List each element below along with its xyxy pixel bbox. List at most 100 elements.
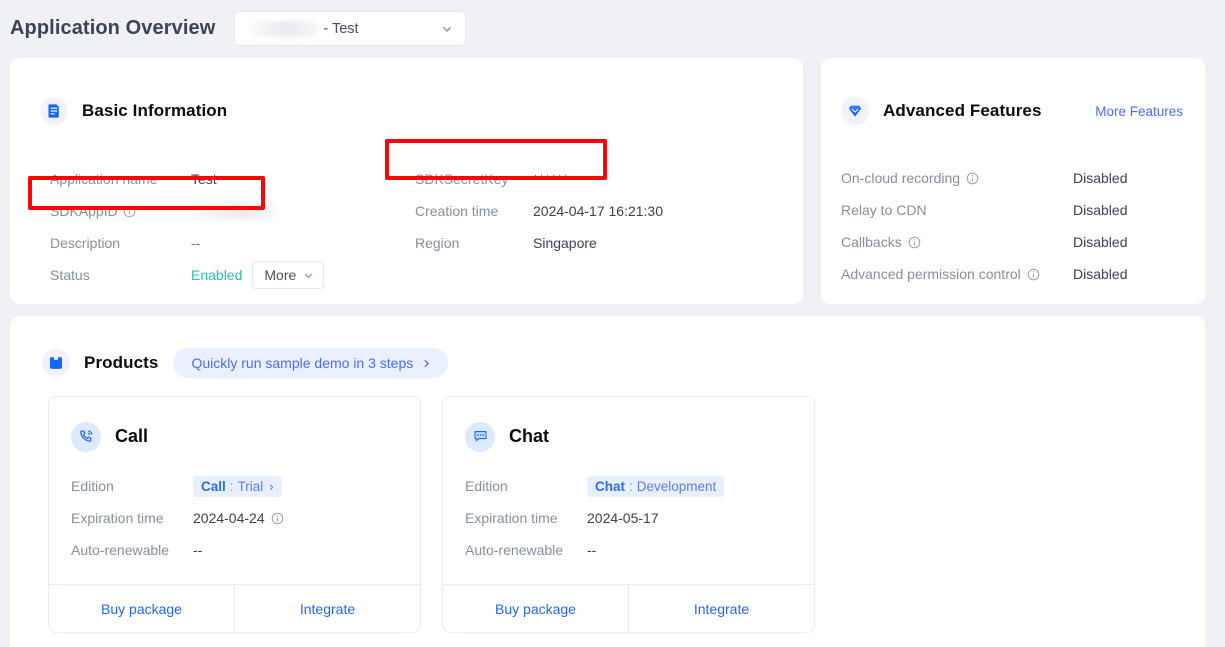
product-row-edition: Edition Chat : Development	[465, 470, 814, 502]
product-details: Edition Chat : Development Expiration ti…	[443, 455, 814, 584]
feature-state: Disabled	[1073, 170, 1127, 186]
edition-badge[interactable]: Call : Trial ›	[193, 476, 282, 497]
row-label: Expiration time	[71, 510, 193, 526]
phone-call-icon	[71, 422, 101, 452]
basic-information-left-column: Application name Test SDKAppID	[50, 163, 380, 291]
advanced-features-list: On-cloud recording Disabled Relay to CDN…	[841, 162, 1191, 290]
basic-information-right-column: SDKSecretKey ****** Creation time 2024-0…	[415, 163, 745, 259]
bag-icon	[42, 349, 70, 377]
products-title: Products	[84, 353, 158, 373]
product-row-autorenew: Auto-renewable --	[465, 534, 814, 566]
chevron-right-icon	[421, 358, 432, 369]
status-badge: Enabled	[191, 267, 242, 283]
feature-label: Callbacks	[841, 234, 1073, 250]
feature-state: Disabled	[1073, 266, 1127, 282]
status-more-button-label: More	[264, 267, 296, 283]
integrate-button[interactable]: Integrate	[234, 585, 420, 632]
field-label: Description	[50, 235, 191, 251]
info-icon[interactable]	[271, 512, 284, 525]
product-details: Edition Call : Trial › Expiration time 2…	[49, 455, 420, 584]
sdksecretkey-value: ******	[533, 172, 569, 187]
product-grid: Call Edition Call : Trial › Expiration t…	[48, 396, 815, 633]
edition-product: Chat	[595, 479, 625, 494]
field-application-name: Application name Test	[50, 163, 380, 195]
row-label: Auto-renewable	[465, 542, 587, 558]
row-value: 2024-04-24	[193, 510, 284, 526]
application-selector[interactable]: - Test	[235, 12, 465, 45]
buy-package-button[interactable]: Buy package	[443, 585, 628, 632]
advanced-feature-row: On-cloud recording Disabled	[841, 162, 1191, 194]
product-card-call: Call Edition Call : Trial › Expiration t…	[48, 396, 421, 633]
advanced-feature-row: Callbacks Disabled	[841, 226, 1191, 258]
edition-badge[interactable]: Chat : Development	[587, 476, 724, 497]
quick-demo-button[interactable]: Quickly run sample demo in 3 steps	[173, 348, 448, 378]
sdkappid-redacted-value	[191, 203, 277, 219]
chevron-right-icon: ›	[269, 479, 273, 494]
advanced-features-card: Advanced Features More Features On-cloud…	[821, 58, 1205, 304]
products-header: Products Quickly run sample demo in 3 st…	[42, 346, 1205, 380]
expiration-date: 2024-04-24	[193, 510, 265, 526]
advanced-features-title: Advanced Features	[883, 101, 1042, 121]
advanced-features-header: Advanced Features More Features	[841, 94, 1205, 128]
edition-value: Trial	[238, 479, 264, 494]
application-name-redacted	[249, 21, 319, 37]
feature-label: On-cloud recording	[841, 170, 1073, 186]
field-label: SDKSecretKey	[415, 171, 533, 187]
field-label: Region	[415, 235, 533, 251]
row-value: 2024-05-17	[587, 510, 659, 526]
product-row-edition: Edition Call : Trial ›	[71, 470, 420, 502]
product-name: Call	[115, 426, 148, 447]
field-value: Test	[191, 171, 217, 187]
document-icon	[40, 97, 68, 125]
feature-label-text: Advanced permission control	[841, 266, 1021, 282]
basic-information-header: Basic Information	[40, 94, 803, 128]
quick-demo-label: Quickly run sample demo in 3 steps	[191, 355, 413, 371]
row-label: Expiration time	[465, 510, 587, 526]
field-description: Description --	[50, 227, 380, 259]
field-status: Status Enabled More	[50, 259, 380, 291]
integrate-button[interactable]: Integrate	[628, 585, 814, 632]
feature-state: Disabled	[1073, 234, 1127, 250]
product-card-chat: Chat Edition Chat : Development Expirati…	[442, 396, 815, 633]
feature-label: Advanced permission control	[841, 266, 1073, 282]
field-label: Application name	[50, 171, 191, 187]
product-actions: Buy package Integrate	[443, 584, 814, 632]
field-label: Status	[50, 267, 191, 283]
info-icon[interactable]	[123, 205, 136, 218]
diamond-icon	[841, 97, 869, 125]
field-sdksecretkey: SDKSecretKey ******	[415, 163, 745, 195]
basic-information-title: Basic Information	[82, 101, 227, 121]
edition-separator: :	[230, 479, 234, 494]
feature-label-text: Callbacks	[841, 234, 902, 250]
chat-bubble-icon	[465, 422, 495, 452]
field-label-text: SDKAppID	[50, 203, 118, 219]
advanced-feature-row: Relay to CDN Disabled	[841, 194, 1191, 226]
page-title: Application Overview	[10, 17, 215, 40]
chevron-down-icon	[303, 270, 314, 281]
row-label: Edition	[465, 478, 587, 494]
page-header: Application Overview - Test	[0, 0, 1205, 57]
info-icon[interactable]	[1027, 268, 1040, 281]
field-creation-time: Creation time 2024-04-17 16:21:30	[415, 195, 745, 227]
feature-label-text: On-cloud recording	[841, 170, 960, 186]
product-actions: Buy package Integrate	[49, 584, 420, 632]
chevron-down-icon	[441, 23, 453, 35]
product-row-expiration: Expiration time 2024-04-24	[71, 502, 420, 534]
info-icon[interactable]	[908, 236, 921, 249]
row-label: Auto-renewable	[71, 542, 193, 558]
edition-product: Call	[201, 479, 226, 494]
buy-package-button[interactable]: Buy package	[49, 585, 234, 632]
field-value: 2024-04-17 16:21:30	[533, 203, 663, 219]
field-label: SDKAppID	[50, 203, 191, 219]
status-more-button[interactable]: More	[252, 261, 324, 289]
product-name: Chat	[509, 426, 549, 447]
info-icon[interactable]	[966, 172, 979, 185]
basic-information-card: Basic Information Application name Test …	[10, 58, 803, 304]
field-label: Creation time	[415, 203, 533, 219]
product-header: Chat	[443, 397, 814, 455]
more-features-link[interactable]: More Features	[1095, 104, 1183, 119]
row-label: Edition	[71, 478, 193, 494]
field-region: Region Singapore	[415, 227, 745, 259]
field-value: Singapore	[533, 235, 597, 251]
application-selector-label: - Test	[323, 21, 358, 37]
